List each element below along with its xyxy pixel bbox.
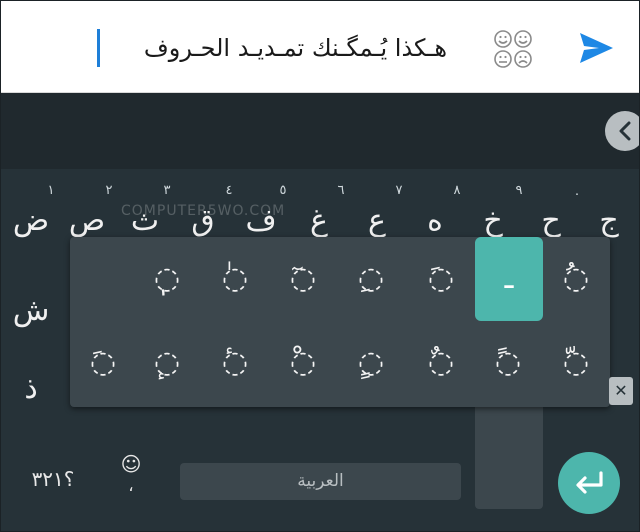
popup-option[interactable]: ٌ◌ bbox=[411, 333, 471, 393]
popup-option[interactable]: ٕ◌ bbox=[137, 333, 197, 393]
suggestion-strip bbox=[1, 93, 639, 169]
hint-9: ٩ bbox=[515, 183, 523, 198]
popup-option[interactable]: َ◌ bbox=[73, 333, 133, 393]
send-icon[interactable] bbox=[575, 27, 617, 69]
return-arrow-icon bbox=[576, 471, 603, 494]
hint-5: ٥ bbox=[279, 183, 287, 198]
space-bar[interactable]: العربية bbox=[180, 463, 461, 500]
hint-6: ٦ bbox=[337, 183, 345, 198]
popup-option[interactable]: ٰ◌ bbox=[205, 249, 265, 309]
emoji-faces-icon[interactable] bbox=[491, 27, 535, 71]
app-frame: هـكذا يُـمگـنك تمـديـد الحـروف ج ح خ ه ع… bbox=[0, 0, 640, 532]
backspace-icon[interactable]: ✕ bbox=[609, 377, 633, 405]
message-input[interactable]: هـكذا يُـمگـنك تمـديـد الحـروف bbox=[144, 27, 447, 69]
hint-0: ٠ bbox=[573, 187, 581, 202]
popup-option[interactable]: ُ◌ bbox=[546, 249, 606, 309]
chevron-left-icon[interactable] bbox=[605, 111, 639, 151]
popup-option[interactable]: ِ◌ bbox=[341, 249, 401, 309]
key-thal[interactable]: ذ bbox=[5, 359, 57, 419]
popup-option[interactable]: ً◌ bbox=[478, 333, 538, 393]
popup-option[interactable]: ٔ◌ bbox=[205, 333, 265, 393]
key-sheen[interactable]: ش bbox=[5, 281, 57, 341]
smiley-icon: ☺ bbox=[120, 452, 142, 476]
popup-option[interactable]: َ◌ bbox=[411, 249, 471, 309]
hint-4: ٤ bbox=[225, 183, 233, 198]
text-cursor bbox=[97, 29, 100, 67]
emoji-key[interactable]: ☺ ، bbox=[109, 451, 153, 507]
hint-7: ٧ bbox=[395, 183, 403, 198]
hint-2: ٢ bbox=[105, 183, 113, 198]
hint-8: ٨ bbox=[453, 183, 461, 198]
key-dad[interactable]: ض bbox=[5, 191, 57, 251]
symbols-key[interactable]: ؟٣٢١ bbox=[23, 459, 83, 499]
watermark-text: COMPUTER5WO.COM bbox=[121, 203, 286, 219]
hint-3: ٣ bbox=[163, 183, 171, 198]
enter-key[interactable] bbox=[558, 452, 620, 514]
popup-option-tatweel[interactable]: ـ bbox=[475, 237, 543, 321]
comma-label: ، bbox=[128, 476, 134, 495]
popup-option[interactable]: ٖ◌ bbox=[137, 249, 197, 309]
popup-option[interactable]: ْ◌ bbox=[273, 333, 333, 393]
compose-bar: هـكذا يُـمگـنك تمـديـد الحـروف bbox=[1, 1, 639, 93]
popup-option[interactable]: ّ◌ bbox=[546, 333, 606, 393]
hint-1: ١ bbox=[47, 183, 55, 198]
popup-option[interactable]: ٓ◌ bbox=[273, 249, 333, 309]
popup-option[interactable]: ٍ◌ bbox=[341, 333, 401, 393]
